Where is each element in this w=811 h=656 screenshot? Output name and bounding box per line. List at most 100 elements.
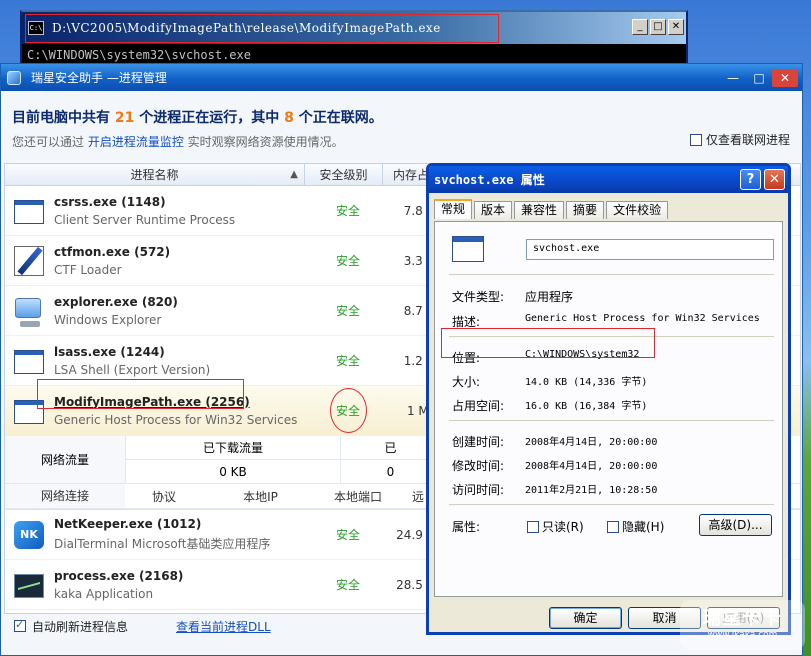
console-title: D:\VC2005\ModifyImagePath\release\Modify…: [52, 21, 441, 35]
computer-icon: [12, 294, 46, 328]
process-desc: kaka Application: [54, 586, 154, 601]
process-desc: Generic Host Process for Win32 Services: [54, 412, 298, 427]
auto-refresh-label: 自动刷新进程信息: [32, 619, 129, 634]
created-row: 创建时间: 2008年4月14日, 20:00:00: [452, 433, 657, 450]
main-close-button[interactable]: ✕: [772, 68, 798, 87]
process-name: ctfmon.exe (572): [54, 244, 171, 259]
conn-col-protocol: 协议: [151, 489, 176, 504]
hint-row: 您还可以通过 开启进程流量监控 实时观察网络资源使用情况。 仅查看联网进程: [1, 133, 802, 153]
summary-middle: 个进程正在运行，其中: [134, 110, 285, 126]
graph-icon: [12, 568, 46, 602]
hidden-checkbox[interactable]: [607, 520, 619, 533]
ok-button[interactable]: 确定: [549, 607, 622, 629]
conn-col-local-port: 本地端口: [333, 489, 382, 504]
main-titlebar[interactable]: 瑞星安全助手 —进程管理 — □ ✕: [1, 64, 802, 91]
process-name: csrss.exe (1148): [54, 194, 166, 209]
pen-icon: [12, 244, 46, 278]
tab-summary[interactable]: 摘要: [566, 201, 605, 219]
window-icon: [12, 394, 46, 428]
ikaka-watermark: 瑞星卡卡 www.ikaka.com: [680, 600, 805, 650]
process-name: explorer.exe (820): [54, 294, 178, 309]
properties-close-button[interactable]: ✕: [764, 169, 785, 190]
tab-file-checksum[interactable]: 文件校验: [606, 201, 669, 219]
readonly-label: 只读(R): [542, 520, 584, 534]
description-value: Generic Host Process for Win32 Services: [525, 313, 760, 324]
file-type-label: 文件类型:: [452, 290, 505, 304]
hint-prefix: 您还可以通过: [12, 135, 88, 149]
traffic-monitor-link[interactable]: 开启进程流量监控: [88, 135, 184, 149]
netkeeper-icon: NK: [12, 518, 46, 552]
column-name-header[interactable]: 进程名称 ▲: [5, 164, 305, 185]
network-only-toggle[interactable]: 仅查看联网进程: [690, 131, 790, 148]
process-desc: CTF Loader: [54, 262, 122, 277]
process-summary: 目前电脑中共有 21 个进程正在运行，其中 8 个正在联网。: [1, 91, 802, 133]
view-dll-link[interactable]: 查看当前进程DLL: [176, 618, 271, 635]
location-value: C:\WINDOWS\system32: [525, 349, 640, 360]
divider: [449, 504, 774, 505]
process-name: ModifyImagePath.exe (2256): [54, 394, 250, 409]
process-desc: Windows Explorer: [54, 312, 162, 327]
size-value: 14.0 KB (14,336 字节): [525, 377, 648, 388]
accessed-label: 访问时间:: [452, 483, 505, 497]
process-desc: Client Server Runtime Process: [54, 212, 236, 227]
tab-version[interactable]: 版本: [474, 201, 513, 219]
download-value: 0 KB: [219, 465, 247, 479]
rising-logo-icon: [7, 70, 21, 85]
properties-title-buttons: ? ✕: [740, 169, 785, 190]
main-minimize-button[interactable]: —: [720, 69, 746, 87]
hidden-toggle[interactable]: 隐藏(H): [607, 518, 664, 535]
divider: [449, 274, 774, 275]
network-only-label: 仅查看联网进程: [706, 133, 791, 147]
process-name: lsass.exe (1244): [54, 344, 165, 359]
process-name: process.exe (2168): [54, 568, 184, 583]
size-label: 大小:: [452, 375, 481, 389]
column-safety-header[interactable]: 安全级别: [305, 164, 383, 185]
general-tab-page: svchost.exe 文件类型: 应用程序 描述: Generic Host …: [434, 221, 783, 597]
console-icon[interactable]: C:\: [28, 21, 44, 35]
console-close-button[interactable]: ✕: [668, 19, 684, 35]
console-maximize-button[interactable]: □: [650, 19, 666, 35]
process-safety: 安全: [335, 578, 360, 592]
readonly-toggle[interactable]: 只读(R): [527, 518, 584, 535]
process-name: NetKeeper.exe (1012): [54, 517, 202, 531]
description-label: 描述:: [452, 315, 481, 329]
properties-tabs: 常规 版本 兼容性 摘要 文件校验: [429, 199, 788, 219]
location-row: 位置: C:\WINDOWS\system32: [452, 349, 639, 366]
properties-titlebar[interactable]: svchost.exe 属性 ? ✕: [429, 166, 788, 193]
process-desc: LSA Shell (Export Version): [54, 362, 211, 377]
main-restore-button[interactable]: □: [746, 69, 772, 87]
file-icon: [452, 236, 484, 262]
tab-general[interactable]: 常规: [434, 199, 473, 219]
console-output-line: C:\WINDOWS\system32\svchost.exe: [27, 48, 251, 62]
main-title: 瑞星安全助手 —进程管理: [31, 71, 167, 85]
tab-compatibility[interactable]: 兼容性: [514, 201, 565, 219]
readonly-checkbox[interactable]: [527, 520, 539, 533]
process-desc: DialTerminal Microsoft基础类应用程序: [54, 537, 271, 551]
divider: [449, 336, 774, 337]
watermark-url: www.ikaka.com: [707, 630, 778, 640]
modified-value: 2008年4月14日, 20:00:00: [525, 461, 658, 472]
summary-prefix: 目前电脑中共有: [12, 110, 115, 126]
download-label: 已下载流量: [126, 436, 340, 460]
network-only-checkbox[interactable]: [690, 133, 702, 146]
disk-size-value: 16.0 KB (16,384 字节): [525, 401, 648, 412]
hint-suffix: 实时观察网络资源使用情况。: [183, 135, 344, 149]
created-label: 创建时间:: [452, 435, 505, 449]
divider: [449, 420, 774, 421]
auto-refresh-checkbox[interactable]: [14, 618, 26, 632]
process-safety: 安全: [335, 254, 360, 268]
advanced-button[interactable]: 高级(D)...: [699, 514, 772, 536]
column-name-label: 进程名称: [130, 168, 179, 182]
process-safety: 安全: [335, 528, 360, 542]
properties-dialog: svchost.exe 属性 ? ✕ 常规 版本 兼容性 摘要 文件校验 svc…: [426, 163, 791, 635]
console-window-controls: _ □ ✕: [632, 19, 684, 35]
process-safety: 安全: [335, 204, 360, 218]
help-button[interactable]: ?: [740, 169, 761, 190]
modified-row: 修改时间: 2008年4月14日, 20:00:00: [452, 457, 657, 474]
console-titlebar[interactable]: C:\ D:\VC2005\ModifyImagePath\release\Mo…: [22, 12, 686, 44]
console-minimize-button[interactable]: _: [632, 19, 648, 35]
watermark-title: 瑞星卡卡: [702, 608, 783, 629]
network-count: 8: [284, 110, 294, 126]
main-window-controls: — □ ✕: [720, 68, 798, 87]
file-name-field[interactable]: svchost.exe: [526, 239, 774, 260]
